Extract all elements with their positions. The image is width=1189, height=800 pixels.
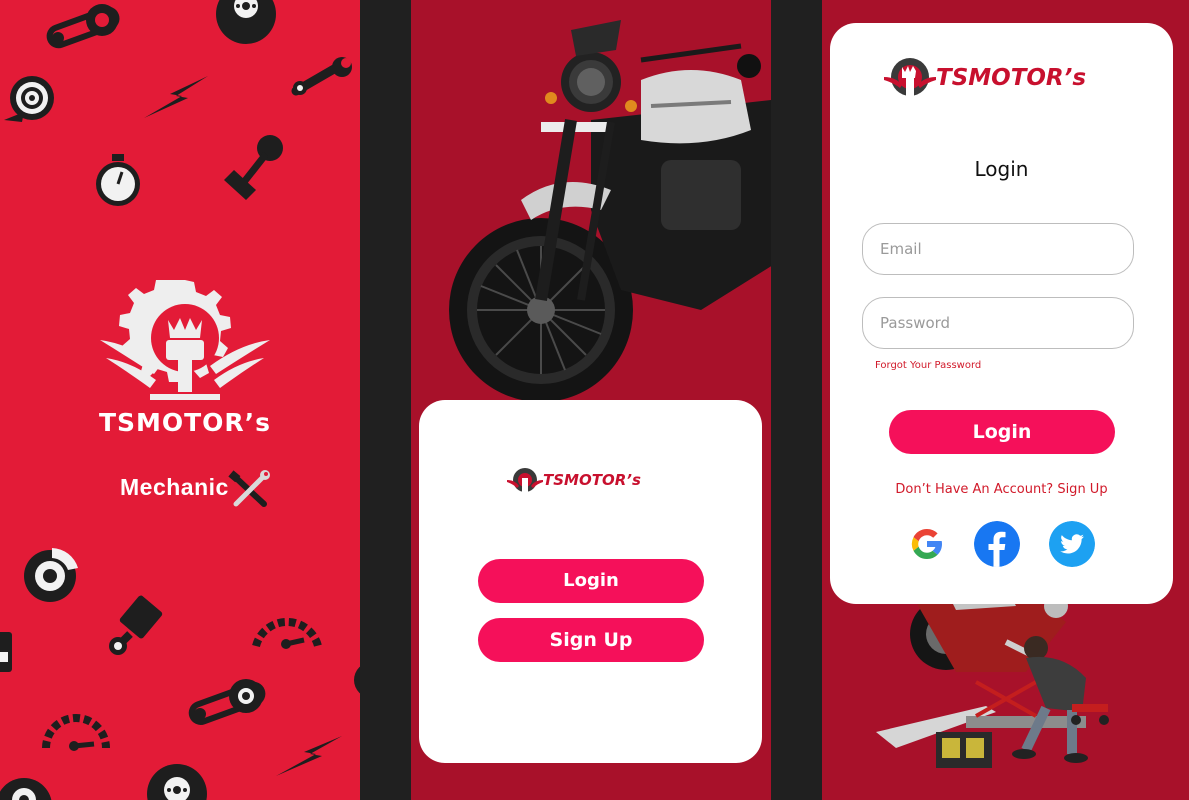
welcome-screen: TSMOTOR’s Login Sign Up — [411, 0, 771, 800]
partial-gear-icon — [354, 666, 360, 694]
signup-button[interactable]: Sign Up — [478, 618, 704, 662]
spark-plug-icon — [0, 632, 12, 672]
gauge-icon — [42, 714, 110, 751]
tsmotors-logo — [100, 280, 270, 400]
lightning-icon — [144, 76, 208, 118]
password-input[interactable] — [862, 297, 1134, 349]
speedometer-icon — [252, 617, 322, 649]
welcome-brand-name: TSMOTOR’s — [543, 471, 641, 489]
twitter-icon[interactable] — [1049, 521, 1095, 567]
gear-shifter-icon — [224, 135, 283, 200]
splash-brand-name: TSMOTOR’s — [98, 408, 272, 437]
login-title: Login — [974, 157, 1029, 181]
gear-logo-icon — [507, 468, 543, 492]
lightning-icon-2 — [276, 736, 342, 776]
disc-rotor-icon — [4, 76, 54, 122]
welcome-logo: TSMOTOR’s — [507, 466, 641, 494]
motorcycle-image — [449, 20, 771, 402]
login-card: TSMOTOR’s Login Forgot Your Password Log… — [830, 23, 1173, 604]
email-input[interactable] — [862, 223, 1134, 275]
brake-disc-icon — [216, 0, 276, 44]
splash-screen: TSMOTOR’s Mechanic — [0, 0, 360, 800]
tools-icon — [228, 470, 270, 507]
signup-prompt-link[interactable]: Don’t Have An Account? Sign Up — [830, 482, 1173, 497]
login-button[interactable]: Login — [478, 559, 704, 603]
brake-caliper-icon — [24, 548, 78, 602]
splash-tagline: Mechanic — [120, 474, 229, 500]
app-mockup-stage: TSMOTOR’s Mechanic TSMOTOR’s Login Sign … — [0, 0, 1189, 800]
timing-belt-icon-2 — [188, 679, 266, 725]
forgot-password-link[interactable]: Forgot Your Password — [875, 360, 981, 371]
facebook-icon[interactable] — [974, 521, 1020, 567]
stopwatch-icon — [96, 154, 140, 206]
timing-belt-icon — [46, 4, 120, 49]
login-logo: TSMOTOR’s — [884, 55, 1086, 101]
gear-logo-icon — [884, 58, 936, 97]
brake-disc-icon-3 — [147, 764, 207, 800]
login-screen: TSMOTOR’s Login Forgot Your Password Log… — [822, 0, 1189, 800]
mechanic-image — [876, 586, 1109, 768]
welcome-card: TSMOTOR’s Login Sign Up — [419, 400, 762, 763]
login-submit-button[interactable]: Login — [889, 410, 1115, 454]
login-brand-name: TSMOTOR’s — [936, 65, 1087, 91]
piston-icon — [109, 595, 163, 655]
wrench-icon — [291, 57, 352, 96]
brake-disc-icon-2 — [0, 778, 52, 800]
google-icon[interactable] — [904, 521, 950, 567]
